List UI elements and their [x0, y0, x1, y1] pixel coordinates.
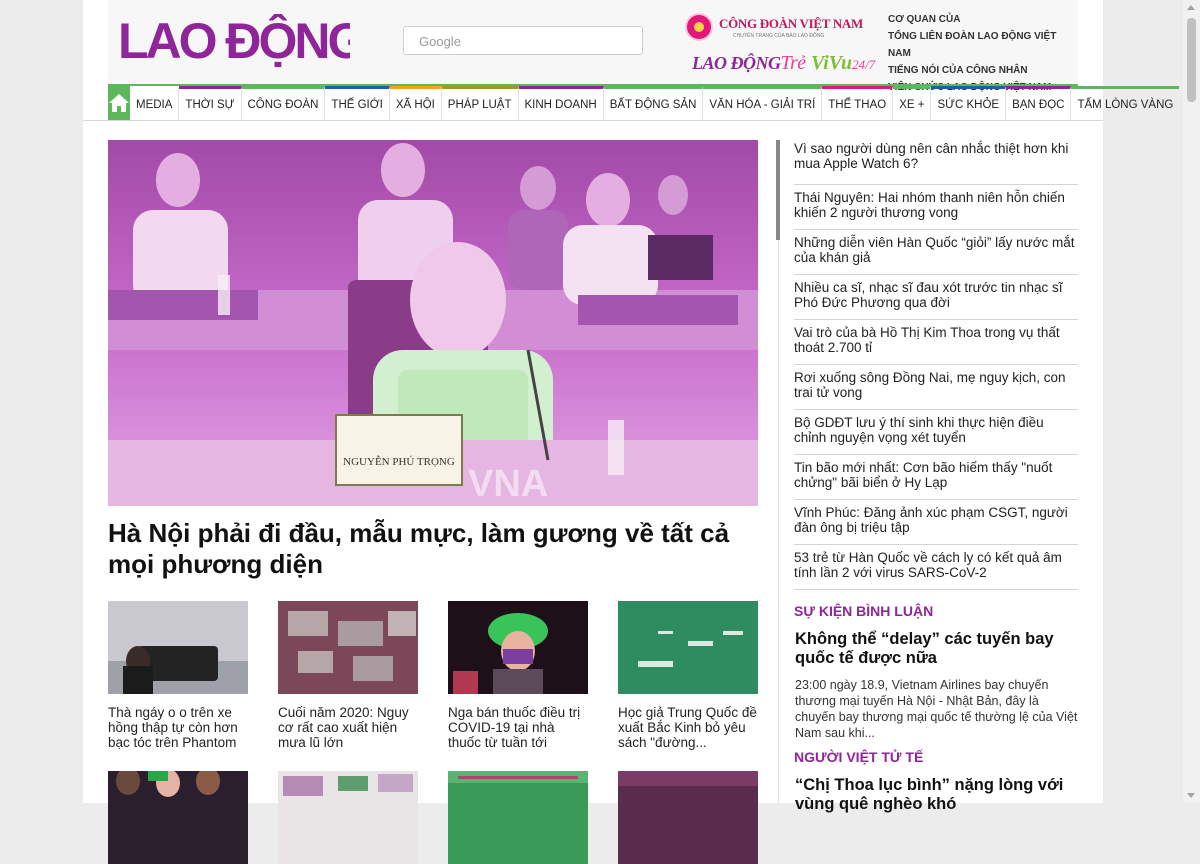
- news-card[interactable]: [618, 771, 758, 864]
- nav-item-cong-doan[interactable]: CÔNG ĐOÀN: [241, 86, 326, 120]
- news-card[interactable]: Nga bán thuốc điều trị COVID-19 tại nhà …: [448, 601, 588, 750]
- cong-doan-name: CÔNG ĐOÀN VIỆT NAM: [719, 16, 863, 31]
- nav-item-the-gioi[interactable]: THẾ GIỚI: [325, 86, 390, 120]
- news-card-image[interactable]: [278, 771, 418, 864]
- lao-dong-tre-link[interactable]: LAO ĐỘNGTrẻ: [692, 52, 806, 75]
- latest-news-item[interactable]: Rơi xuống sông Đồng Nai, mẹ nguy kịch, c…: [794, 365, 1078, 410]
- news-card-image[interactable]: [278, 601, 418, 694]
- cong-doan-vn-link[interactable]: CÔNG ĐOÀN VIỆT NAM CHUYÊN TRANG CỦA BÁO …: [685, 12, 865, 44]
- nav-item-bat-dong-san[interactable]: BẤT ĐỘNG SẢN: [603, 86, 704, 120]
- nav-item-xe[interactable]: XE +: [893, 86, 932, 120]
- latest-news-title[interactable]: Bộ GDĐT lưu ý thí sinh khi thực hiện điề…: [794, 415, 1078, 445]
- site-logo[interactable]: LAO ĐỘNG: [118, 14, 350, 68]
- latest-news-item[interactable]: Thái Nguyên: Hai nhóm thanh niên hỗn chi…: [794, 185, 1078, 230]
- latest-news-title[interactable]: Vai trò của bà Hồ Thị Kim Thoa trong vụ …: [794, 325, 1078, 355]
- latest-news-item[interactable]: Tin bão mới nhất: Cơn bão hiếm thấy "nuố…: [794, 455, 1078, 500]
- nav-item-tam-long-vang[interactable]: TẤM LÒNG VÀNG: [1071, 86, 1180, 120]
- news-card[interactable]: Học giả Trung Quốc đề xuất Bắc Kinh bỏ y…: [618, 601, 758, 750]
- latest-news-item[interactable]: Bộ GDĐT lưu ý thí sinh khi thực hiện điề…: [794, 410, 1078, 455]
- latest-news-item[interactable]: Vĩnh Phúc: Đăng ảnh xúc phạm CSGT, người…: [794, 500, 1078, 545]
- latest-news-item[interactable]: Vì sao người dùng nên cân nhắc thiệt hơn…: [794, 140, 1078, 185]
- scroll-up-icon[interactable]: [1187, 5, 1195, 10]
- news-card-image[interactable]: [108, 601, 248, 694]
- section-title-nguoi-viet-tu-te[interactable]: NGƯỜI VIỆT TỬ TẾ: [794, 749, 923, 765]
- nav-item-media[interactable]: MEDIA: [130, 86, 180, 120]
- latest-news-list: Vì sao người dùng nên cân nhắc thiệt hơn…: [794, 140, 1078, 590]
- latest-news-title[interactable]: Thái Nguyên: Hai nhóm thanh niên hỗn chi…: [794, 190, 1078, 220]
- latest-news-title[interactable]: Vì sao người dùng nên cân nhắc thiệt hơn…: [794, 141, 1078, 171]
- hero-nameplate-text: NGUYỄN PHÚ TRỌNG: [343, 455, 455, 468]
- hero-title[interactable]: Hà Nội phải đi đầu, mẫu mực, làm gương v…: [108, 518, 758, 580]
- page: LAO ĐỘNG Google CÔNG ĐOÀN VIỆT NAM CHUYÊ…: [83, 0, 1180, 864]
- section-title-su-kien-binh-luan[interactable]: SỰ KIỆN BÌNH LUẬN: [794, 603, 933, 619]
- news-card[interactable]: Cuối năm 2020: Nguy cơ rất cao xuất hiện…: [278, 601, 418, 750]
- sidebar-scroll-indicator[interactable]: [776, 140, 780, 240]
- cong-doan-tag: CHUYÊN TRANG CỦA BÁO LAO ĐỘNG: [733, 33, 825, 39]
- latest-news-title[interactable]: Tin bão mới nhất: Cơn bão hiếm thấy "nuố…: [794, 460, 1078, 490]
- section-description: 23:00 ngày 18.9, Vietnam Airlines bay ch…: [795, 678, 1078, 740]
- nav-item-xa-hoi[interactable]: XÃ HỘI: [389, 86, 442, 120]
- news-card[interactable]: [448, 771, 588, 864]
- news-card[interactable]: [108, 771, 248, 864]
- latest-news-title[interactable]: Rơi xuống sông Đồng Nai, mẹ nguy kịch, c…: [794, 370, 1078, 400]
- co-quan-line: TỔNG LIÊN ĐOÀN LAO ĐỘNG VIỆT NAM: [888, 31, 1057, 59]
- home-button[interactable]: [108, 86, 130, 120]
- nav-item-phap-luat[interactable]: PHÁP LUẬT: [441, 86, 519, 120]
- nav-item-van-hoa[interactable]: VĂN HÓA - GIẢI TRÍ: [703, 86, 823, 120]
- cong-doan-seal-icon: [685, 13, 713, 41]
- latest-news-title[interactable]: Nhiều ca sĩ, nhạc sĩ đau xót trước tin n…: [794, 280, 1078, 310]
- site-header: LAO ĐỘNG Google CÔNG ĐOÀN VIỆT NAM CHUYÊ…: [108, 0, 1078, 93]
- news-card-image[interactable]: [108, 771, 248, 864]
- main-nav: MEDIA THỜI SỰ CÔNG ĐOÀN THẾ GIỚI XÃ HỘI …: [108, 86, 1180, 120]
- news-card-image[interactable]: [618, 601, 758, 694]
- vivu-suffix: 24/7: [852, 57, 876, 72]
- logo-text: LAO ĐỘNG: [118, 14, 350, 68]
- scroll-down-icon[interactable]: [1187, 793, 1195, 798]
- news-card-image[interactable]: [448, 601, 588, 694]
- lao-dong-tre-main: LAO ĐỘNG: [692, 53, 781, 73]
- news-card-image[interactable]: [448, 771, 588, 864]
- news-card-title[interactable]: Thà ngáy o o trên xe hồng thập tự còn hơ…: [108, 705, 248, 750]
- hero-watermark: VNA: [468, 463, 548, 505]
- news-card[interactable]: Thà ngáy o o trên xe hồng thập tự còn hơ…: [108, 601, 248, 750]
- vivu-main: ViVu: [811, 52, 853, 74]
- latest-news-item[interactable]: 53 trẻ từ Hàn Quốc về cách ly có kết quả…: [794, 545, 1078, 590]
- nav-item-thoi-su[interactable]: THỜI SỰ: [179, 86, 242, 120]
- news-card[interactable]: [278, 771, 418, 864]
- lao-dong-tre-suffix: Trẻ: [780, 52, 807, 74]
- section-headline[interactable]: Không thể “delay” các tuyến bay quốc tế …: [795, 630, 1079, 668]
- nav-item-suc-khoe[interactable]: SỨC KHỎE: [931, 86, 1007, 120]
- section-headline[interactable]: “Chị Thoa lục bình” nặng lòng với vùng q…: [795, 776, 1079, 814]
- page-scrollbar[interactable]: [1183, 0, 1200, 803]
- latest-news-item[interactable]: Những diễn viên Hàn Quốc “giỏi” lấy nước…: [794, 230, 1078, 275]
- latest-news-title[interactable]: Những diễn viên Hàn Quốc “giỏi” lấy nước…: [794, 235, 1078, 265]
- co-quan-line: CƠ QUAN CỦA: [888, 14, 961, 25]
- news-card-title[interactable]: Học giả Trung Quốc đề xuất Bắc Kinh bỏ y…: [618, 705, 758, 750]
- scrollbar-thumb[interactable]: [1187, 18, 1196, 102]
- nav-item-the-thao[interactable]: THỂ THAO: [822, 86, 894, 120]
- nav-item-ban-doc[interactable]: BẠN ĐỌC: [1006, 86, 1072, 120]
- vivu-link[interactable]: ViVu24/7: [811, 52, 875, 75]
- latest-news-item[interactable]: Vai trò của bà Hồ Thị Kim Thoa trong vụ …: [794, 320, 1078, 365]
- nav-divider: [83, 120, 1103, 121]
- latest-news-title[interactable]: 53 trẻ từ Hàn Quốc về cách ly có kết quả…: [794, 550, 1078, 580]
- news-card-title[interactable]: Cuối năm 2020: Nguy cơ rất cao xuất hiện…: [278, 705, 418, 750]
- co-quan-line: TIẾNG NÓI CỦA CÔNG NHÂN: [888, 65, 1028, 76]
- news-card-image[interactable]: [618, 771, 758, 864]
- latest-news-title[interactable]: Vĩnh Phúc: Đăng ảnh xúc phạm CSGT, người…: [794, 505, 1078, 535]
- news-card-title[interactable]: Nga bán thuốc điều trị COVID-19 tại nhà …: [448, 705, 588, 750]
- search-input[interactable]: Google: [403, 26, 643, 55]
- nav-item-kinh-doanh[interactable]: KINH DOANH: [518, 86, 604, 120]
- hero-image[interactable]: NGUYỄN PHÚ TRỌNG VNA: [108, 140, 758, 506]
- home-icon: [109, 94, 129, 112]
- latest-news-item[interactable]: Nhiều ca sĩ, nhạc sĩ đau xót trước tin n…: [794, 275, 1078, 320]
